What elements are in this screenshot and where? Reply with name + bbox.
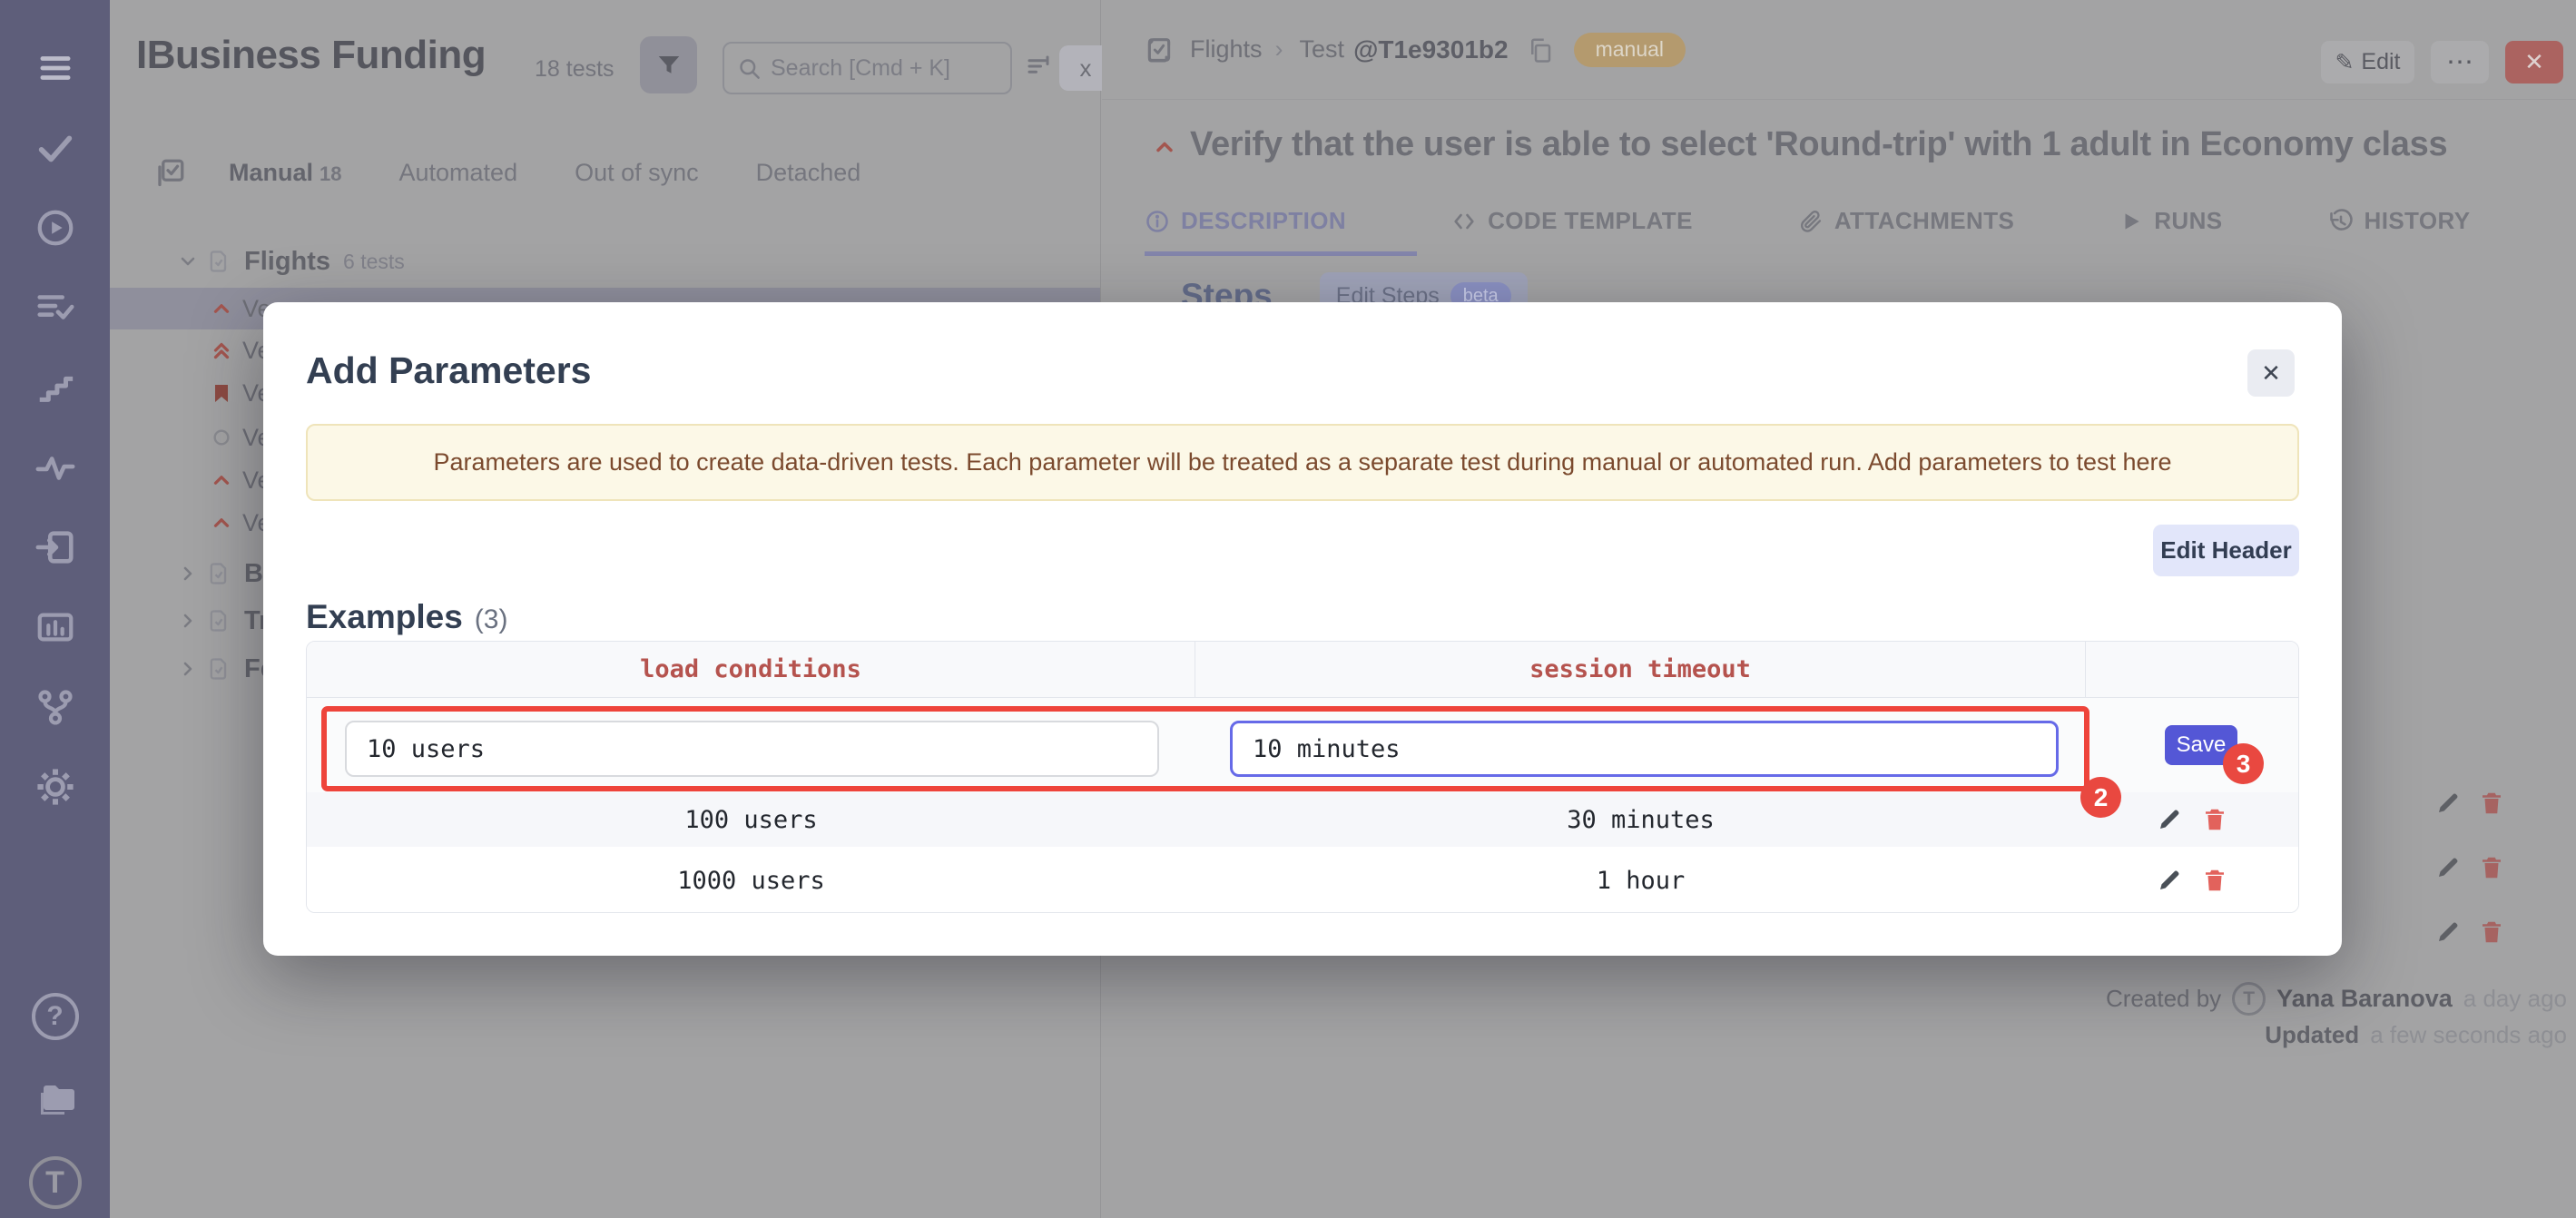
parameters-table: load conditions session timeout Save 100…	[306, 641, 2299, 913]
table-row: 1000 users 1 hour	[307, 847, 2298, 912]
column-header-actions	[2086, 642, 2298, 697]
edit-header-button[interactable]: Edit Header	[2153, 525, 2299, 576]
app-root: ? T IBusiness Funding 18 tests x Manual …	[0, 0, 2576, 1218]
info-banner: Parameters are used to create data-drive…	[306, 424, 2299, 501]
annotation-badge-2: 2	[2080, 777, 2121, 818]
examples-heading: Examples (3)	[306, 598, 508, 635]
close-icon: ✕	[2261, 359, 2281, 387]
add-parameters-modal: Add Parameters ✕ Parameters are used to …	[263, 302, 2342, 956]
delete-row-trash-icon[interactable]	[2201, 867, 2228, 894]
examples-count: (3)	[474, 604, 508, 634]
column-header-load-conditions: load conditions	[307, 642, 1195, 697]
annotation-badge-3: 3	[2223, 743, 2264, 784]
edit-row-pencil-icon[interactable]	[2156, 867, 2183, 894]
session-timeout-input[interactable]	[1230, 721, 2059, 777]
delete-row-trash-icon[interactable]	[2201, 806, 2228, 833]
table-edit-row: Save	[307, 698, 2298, 792]
table-header-row: load conditions session timeout	[307, 642, 2298, 698]
modal-title: Add Parameters	[306, 349, 592, 391]
load-conditions-input[interactable]	[345, 721, 1159, 777]
column-header-session-timeout: session timeout	[1195, 642, 2086, 697]
table-row: 100 users 30 minutes	[307, 792, 2298, 847]
edit-row-pencil-icon[interactable]	[2156, 806, 2183, 833]
modal-close-button[interactable]: ✕	[2247, 349, 2295, 397]
row-actions	[2086, 847, 2298, 912]
